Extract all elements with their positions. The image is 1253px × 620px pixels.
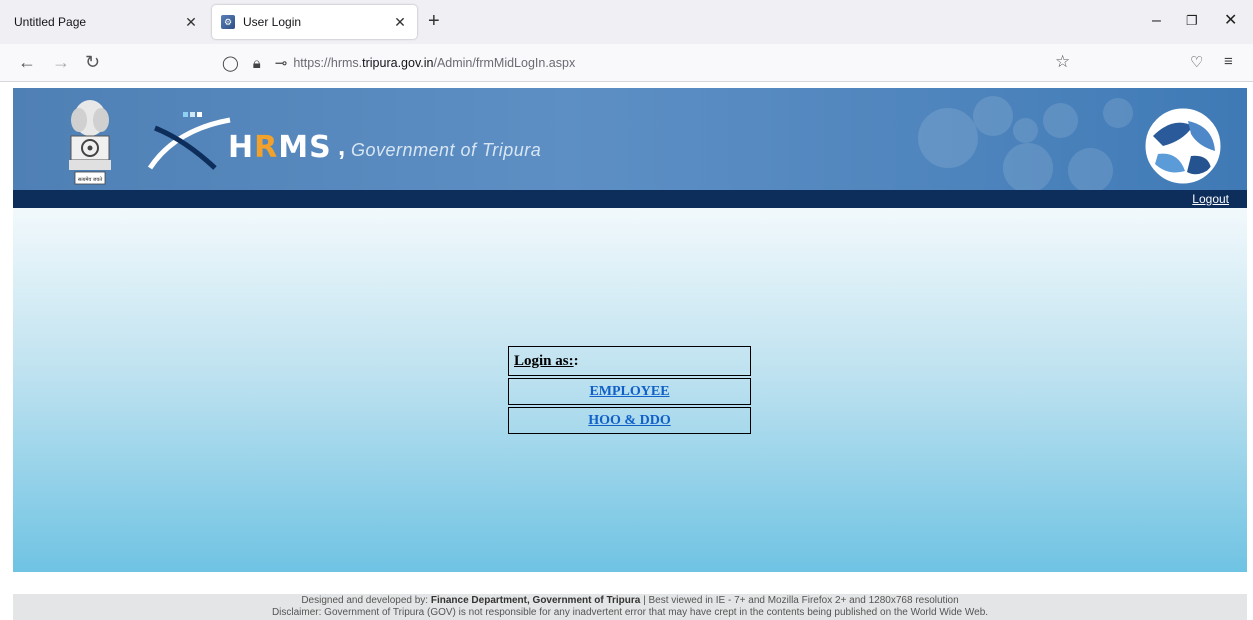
- new-tab-icon[interactable]: +: [428, 11, 440, 31]
- tab-label: Untitled Page: [14, 15, 87, 29]
- window-close-icon[interactable]: ✕: [1224, 12, 1237, 30]
- tab-user-login[interactable]: ⚙ User Login ✕: [212, 5, 417, 39]
- hoo-ddo-login-link[interactable]: HOO & DDO: [588, 413, 670, 429]
- footer-disclaimer: Disclaimer: Government of Tripura (GOV) …: [271, 607, 989, 618]
- bookmark-star-icon[interactable]: ☆: [1055, 52, 1070, 72]
- login-as-panel: Login as: : EMPLOYEE HOO & DDO: [508, 346, 751, 436]
- employee-login-link[interactable]: EMPLOYEE: [589, 384, 669, 400]
- hrms-logo-swoosh-icon: [147, 112, 231, 170]
- site-footer: Designed and developed by: Finance Depar…: [13, 594, 1247, 620]
- login-option-row: EMPLOYEE: [508, 378, 751, 405]
- menu-icon[interactable]: ≡: [1224, 53, 1233, 70]
- logout-link[interactable]: Logout: [1192, 192, 1229, 206]
- reload-icon[interactable]: ↻: [85, 51, 100, 73]
- url-host: tripura.gov.in: [362, 56, 434, 70]
- login-as-label: Login as:: [514, 352, 574, 369]
- page-viewport: सत्यमेव जयते HRMS , Government of Tripur…: [0, 82, 1253, 620]
- browser-nav-bar: ← → ↻ ◯ 🔒︎ ⊸ https://hrms. tripura.gov.in…: [0, 44, 1253, 82]
- pocket-icon[interactable]: ♡: [1190, 53, 1203, 71]
- tab-label: User Login: [243, 15, 302, 29]
- close-tab-icon[interactable]: ✕: [180, 14, 202, 31]
- header-nav-bar: Logout: [13, 190, 1247, 208]
- emblem-caption: सत्यमेव जयते: [78, 176, 102, 183]
- minimize-icon[interactable]: –: [1152, 12, 1161, 30]
- forward-icon[interactable]: →: [52, 51, 70, 73]
- globe-hands-icon: [1145, 108, 1221, 184]
- brand-comma: ,: [338, 131, 346, 161]
- footer-credits: Designed and developed by: Finance Depar…: [301, 595, 959, 606]
- close-tab-icon[interactable]: ✕: [389, 14, 411, 31]
- key-icon[interactable]: ⊸: [275, 54, 288, 72]
- url-path: /Admin/frmMidLogIn.aspx: [433, 56, 576, 70]
- national-emblem-icon: सत्यमेव जयते: [69, 100, 111, 185]
- login-as-suffix: :: [573, 352, 579, 369]
- shield-icon[interactable]: ◯: [222, 54, 239, 72]
- restore-icon[interactable]: ❐: [1186, 12, 1198, 30]
- site-favicon-icon: ⚙: [221, 15, 235, 29]
- lock-icon[interactable]: 🔒︎: [253, 55, 261, 72]
- browser-tab-strip: Untitled Page ✕ ⚙ User Login ✕ + – ❐ ✕: [0, 0, 1253, 44]
- back-icon[interactable]: ←: [18, 51, 36, 73]
- tab-untitled-page[interactable]: Untitled Page ✕: [0, 5, 208, 39]
- brand-logo-text: HRMS: [228, 130, 332, 165]
- address-bar[interactable]: ◯ 🔒︎ ⊸ https://hrms. tripura.gov.in/Admin…: [214, 49, 1084, 77]
- site-header-banner: सत्यमेव जयते HRMS , Government of Tripur…: [13, 88, 1247, 190]
- login-as-heading: Login as: :: [508, 346, 751, 376]
- header-subtitle: Government of Tripura: [351, 140, 542, 160]
- main-content: Login as: : EMPLOYEE HOO & DDO: [13, 208, 1247, 572]
- url-prefix: https://hrms.: [293, 56, 363, 70]
- login-option-row: HOO & DDO: [508, 407, 751, 434]
- site-container: सत्यमेव जयते HRMS , Government of Tripur…: [13, 88, 1247, 572]
